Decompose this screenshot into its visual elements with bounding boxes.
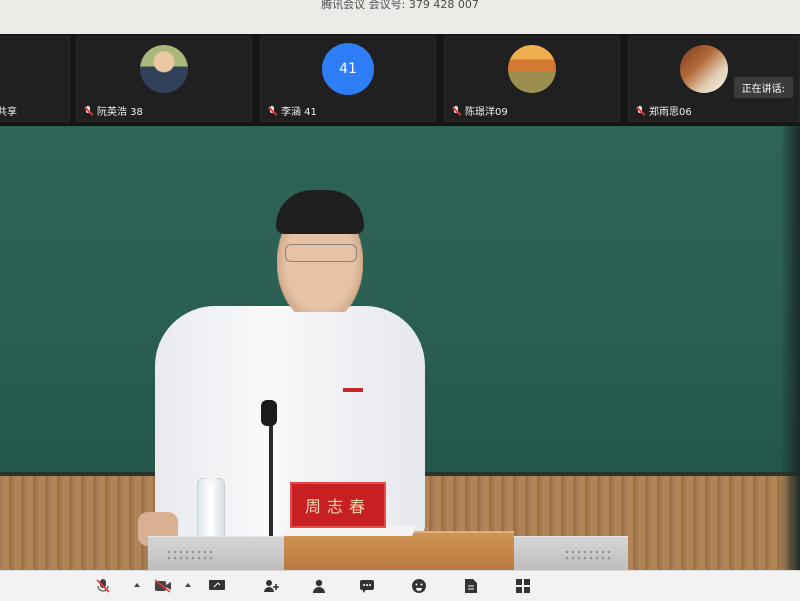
- speaker-grille: [564, 549, 610, 563]
- microphone-muted-icon: [267, 105, 277, 116]
- participant-name: 阮英浩 38: [97, 107, 143, 118]
- speaker-grille: [166, 549, 212, 563]
- avatar: [679, 45, 728, 93]
- presenter-glasses: [285, 244, 357, 262]
- microphone-muted-icon: [635, 105, 645, 116]
- participant-tile[interactable]: 阮英浩 38: [76, 36, 252, 122]
- microphone-muted-icon: [83, 105, 93, 116]
- chevron-up-icon[interactable]: [134, 583, 140, 587]
- microphone-muted-icon: [451, 105, 461, 116]
- speaking-indicator: 正在讲话:: [733, 77, 793, 98]
- avatar: [140, 45, 188, 93]
- water-bottle: [197, 471, 225, 542]
- participant-name: 李涵 41: [281, 107, 317, 118]
- microphone-muted-icon[interactable]: [92, 577, 114, 595]
- invite-icon[interactable]: [260, 577, 282, 595]
- participant-name: 共享: [0, 107, 17, 118]
- participant-name: 陈璟洋09: [465, 107, 508, 118]
- participant-tile[interactable]: 郑雨思06 正在讲话:: [628, 36, 800, 122]
- participant-tile[interactable]: 共享: [0, 36, 70, 122]
- meeting-title-bar: 腾讯会议 会议号: 379 428 007: [0, 0, 800, 35]
- apps-icon[interactable]: [512, 577, 534, 595]
- avatar: [508, 45, 556, 93]
- document-icon[interactable]: [460, 577, 482, 595]
- reaction-icon[interactable]: [408, 577, 430, 595]
- main-video[interactable]: 周志春: [0, 126, 800, 570]
- nameplate: 周志春: [290, 482, 386, 528]
- microphone-icon: [261, 400, 277, 426]
- chat-icon[interactable]: [356, 577, 378, 595]
- participant-name: 郑雨思06: [649, 107, 692, 118]
- podium-top: [284, 531, 514, 570]
- avatar: 41: [322, 43, 374, 95]
- participant-tile[interactable]: 41 李涵 41: [260, 36, 436, 122]
- shirt-logo: [343, 388, 363, 392]
- meeting-title: 腾讯会议 会议号: 379 428 007: [321, 0, 479, 11]
- participant-strip[interactable]: 共享 阮英浩 38 41 李涵 41 陈璟洋09 郑雨思06 正在讲话:: [0, 34, 800, 126]
- chevron-up-icon[interactable]: [185, 583, 191, 587]
- screen-share-icon[interactable]: [206, 577, 228, 595]
- participant-tile[interactable]: 陈璟洋09: [444, 36, 620, 122]
- meeting-toolbar: [0, 570, 800, 601]
- video-edge-shadow: [780, 126, 800, 570]
- video-off-icon[interactable]: [152, 577, 174, 595]
- members-icon[interactable]: [308, 577, 330, 595]
